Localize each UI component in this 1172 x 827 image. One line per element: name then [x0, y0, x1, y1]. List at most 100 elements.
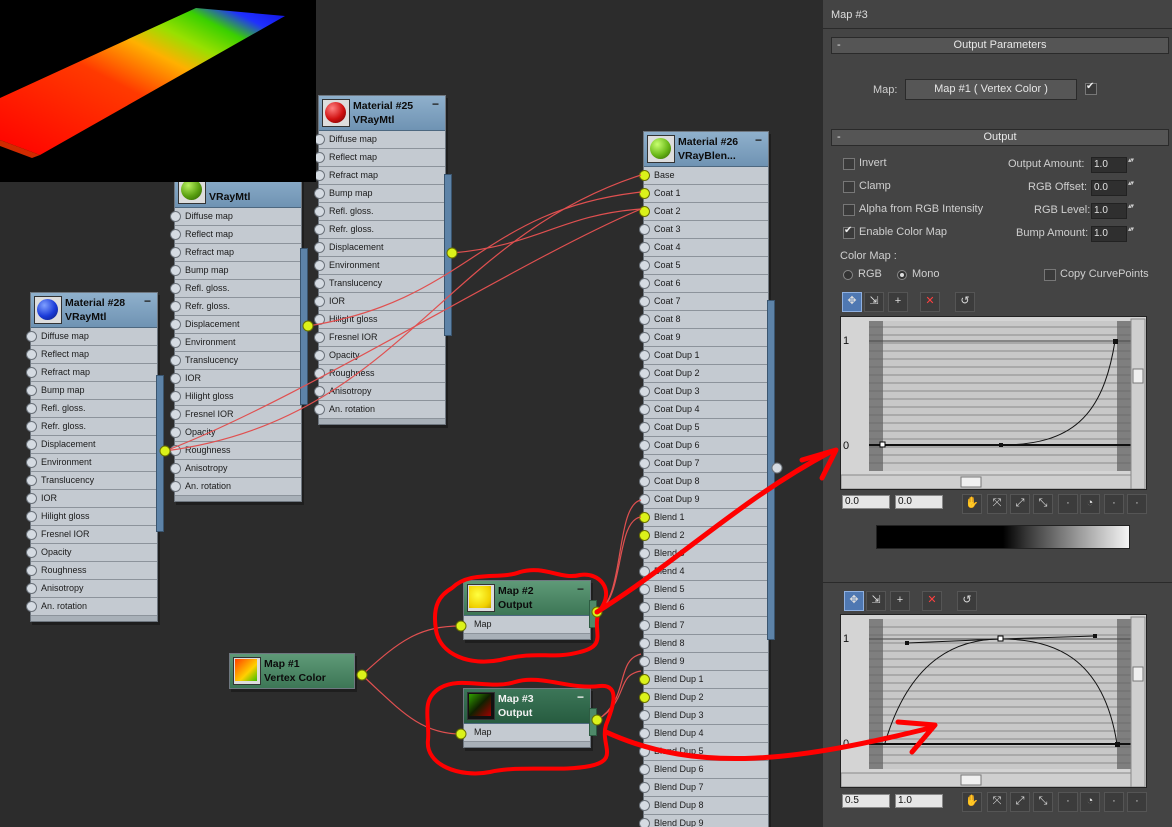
node-slot[interactable]: Coat Dup 5 [639, 419, 768, 437]
node-slot[interactable]: Refl. gloss. [170, 280, 301, 298]
slot-port-icon[interactable] [639, 764, 650, 775]
node-slot[interactable]: Blend 6 [639, 599, 768, 617]
output-parameters-rollout[interactable]: - Output Parameters [831, 37, 1169, 54]
slot-port-icon[interactable] [639, 728, 650, 739]
node-slot[interactable]: Blend 8 [639, 635, 768, 653]
zoom-vertical-icon[interactable]: ⤡ [1033, 792, 1053, 812]
node-slot[interactable]: Translucency [314, 275, 445, 293]
node-slot[interactable]: Fresnel IOR [26, 526, 157, 544]
output-amount-spinner[interactable]: 1.0 [1091, 157, 1138, 173]
slot-port-icon[interactable] [639, 818, 650, 827]
slot-port-icon[interactable] [314, 260, 325, 271]
node-slot[interactable]: Environment [314, 257, 445, 275]
slot-port-icon[interactable] [170, 355, 181, 366]
curve-x-field-1[interactable]: 0.0 [842, 495, 890, 509]
slot-port-icon[interactable] [314, 224, 325, 235]
node-slot[interactable]: Roughness [170, 442, 301, 460]
node-slot[interactable]: Environment [170, 334, 301, 352]
node-map-1[interactable]: Map #1 Vertex Color [229, 653, 355, 689]
slot-port-icon[interactable] [314, 278, 325, 289]
zoom-region-icon[interactable]: · [1058, 792, 1078, 812]
node-slot[interactable]: Fresnel IOR [314, 329, 445, 347]
node-slot[interactable]: Displacement [314, 239, 445, 257]
node-slot[interactable]: Blend Dup 1 [639, 671, 768, 689]
node-slot[interactable]: Reflect map [314, 149, 445, 167]
slot-port-icon[interactable] [26, 349, 37, 360]
zoom-horizontal-icon[interactable]: ⤢ [1010, 792, 1030, 812]
rgb-offset-spinner[interactable]: 0.0 [1091, 180, 1138, 196]
node-slot[interactable]: Coat Dup 6 [639, 437, 768, 455]
node-slot[interactable]: Coat 2 [639, 203, 768, 221]
curve-y-field-1[interactable]: 0.0 [895, 495, 943, 509]
clamp-checkbox[interactable] [843, 181, 855, 193]
slot-port-icon[interactable] [26, 439, 37, 450]
node-map-2[interactable]: Map #2 Output − Map [463, 580, 591, 640]
slot-port-icon[interactable] [639, 710, 650, 721]
node-slot[interactable]: Coat 1 [639, 185, 768, 203]
node-slot[interactable]: Hilight gloss [26, 508, 157, 526]
slot-port-icon[interactable] [170, 337, 181, 348]
zoom-icon[interactable]: ◔ [1080, 792, 1100, 812]
slot-port-icon[interactable] [170, 283, 181, 294]
slot-port-icon[interactable] [639, 530, 650, 541]
slot-port-icon[interactable] [170, 229, 181, 240]
map-button[interactable]: Map #1 ( Vertex Color ) [905, 79, 1077, 100]
slot-port-icon[interactable] [26, 421, 37, 432]
reset-curve-icon[interactable]: ↺ [957, 591, 977, 611]
alpha-from-rgb-checkbox[interactable] [843, 204, 855, 216]
add-point-icon[interactable]: + [890, 591, 910, 611]
node-material-28[interactable]: Material #28 VRayMtl − Diffuse map Reflec… [26, 292, 158, 622]
curve-y-field-2[interactable]: 1.0 [895, 794, 943, 808]
node-slot[interactable]: Diffuse map [26, 328, 157, 346]
enable-color-map-checkbox[interactable] [843, 225, 855, 239]
slot-port-icon[interactable] [639, 440, 650, 451]
node-slot[interactable]: Blend Dup 9 [639, 815, 768, 827]
slot-port-icon[interactable] [639, 602, 650, 613]
node-slot[interactable]: Refl. gloss. [314, 203, 445, 221]
node-slot[interactable]: Refract map [314, 167, 445, 185]
node-vraymtl-middle[interactable]: VRayMtl − Diffuse mapReflect mapRefract … [170, 172, 302, 502]
slot-port-icon[interactable] [26, 601, 37, 612]
node-slot[interactable]: Bump map [314, 185, 445, 203]
slot-port-icon[interactable] [639, 584, 650, 595]
node-slot[interactable]: Refl. gloss. [26, 400, 157, 418]
slot-port-icon[interactable] [26, 457, 37, 468]
slot-port-icon[interactable] [639, 242, 650, 253]
mono-radio[interactable] [897, 270, 907, 280]
node-slot[interactable]: Blend Dup 5 [639, 743, 768, 761]
slot-port-icon[interactable] [26, 493, 37, 504]
node-slot[interactable]: Blend Dup 2 [639, 689, 768, 707]
slot-port-icon[interactable] [639, 170, 650, 181]
node-slot[interactable]: An. rotation [170, 478, 301, 496]
slot-port-icon[interactable] [170, 427, 181, 438]
node-slot[interactable]: Translucency [26, 472, 157, 490]
slot-port-icon[interactable] [639, 782, 650, 793]
slot-port-icon[interactable] [639, 206, 650, 217]
rgb-level-spinner[interactable]: 1.0 [1091, 203, 1138, 219]
node-slot[interactable]: IOR [26, 490, 157, 508]
node-slot[interactable]: Anisotropy [314, 383, 445, 401]
node-slot[interactable]: Translucency [170, 352, 301, 370]
slot-port-icon[interactable] [314, 314, 325, 325]
node-slot[interactable]: Coat 5 [639, 257, 768, 275]
node-slot[interactable]: IOR [314, 293, 445, 311]
slot-port-icon[interactable] [639, 674, 650, 685]
slot-port-icon[interactable] [170, 481, 181, 492]
zoom-extents-icon[interactable]: ⤧ [987, 792, 1007, 812]
scale-point-icon[interactable]: ⇲ [864, 292, 884, 312]
slot-port-icon[interactable] [314, 206, 325, 217]
zoom-vertical-icon[interactable]: ⤡ [1033, 494, 1053, 514]
slot-port-icon[interactable] [639, 422, 650, 433]
node-slot[interactable]: Coat 7 [639, 293, 768, 311]
node-slot[interactable]: Refr. gloss. [26, 418, 157, 436]
slot-port-icon[interactable] [26, 511, 37, 522]
rgb-radio[interactable] [843, 270, 853, 280]
slot-port-icon[interactable] [639, 332, 650, 343]
curve-x-field-2[interactable]: 0.5 [842, 794, 890, 808]
node-slot[interactable]: Blend 3 [639, 545, 768, 563]
node-slot[interactable]: Coat Dup 1 [639, 347, 768, 365]
node-slot[interactable]: Diffuse map [170, 208, 301, 226]
slot-port-icon[interactable] [170, 409, 181, 420]
node-slot[interactable]: Blend Dup 3 [639, 707, 768, 725]
slot-port-icon[interactable] [639, 260, 650, 271]
